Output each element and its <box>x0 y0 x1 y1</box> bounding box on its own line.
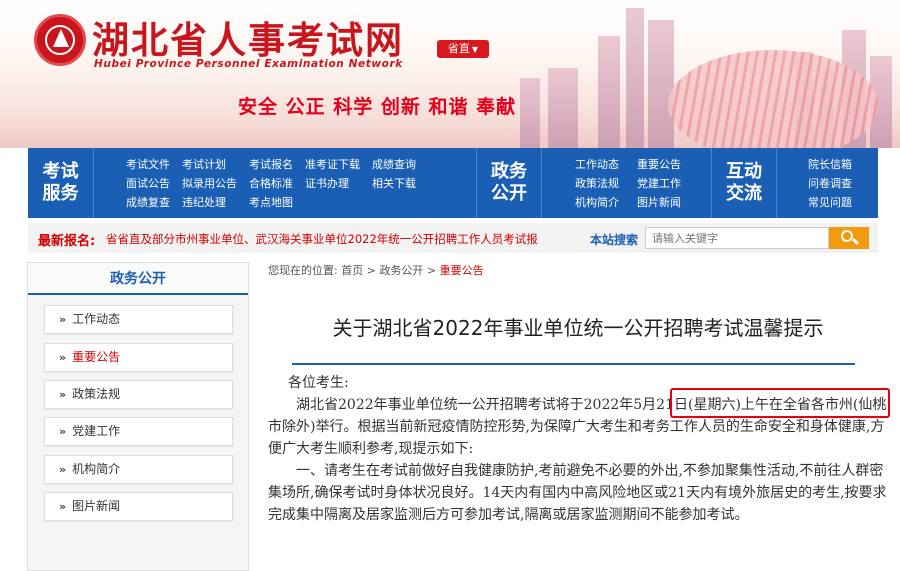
sidebar-item-policies[interactable]: » 政策法规 <box>44 380 233 409</box>
nav-link[interactable]: 政策法规 <box>575 175 619 194</box>
nav-section-government-affairs: 政务 公开 工作动态 重要公告 政策法规 党建工作 机构简介 图片新闻 <box>476 148 706 218</box>
nav-link[interactable]: 党建工作 <box>637 175 681 194</box>
chevron-right-icon: » <box>59 313 67 326</box>
breadcrumb-level1[interactable]: 政务公开 <box>379 264 423 277</box>
nav-link[interactable]: 问卷调查 <box>808 175 852 194</box>
nav-link[interactable]: 相关下载 <box>372 175 416 194</box>
sidebar: 政务公开 » 工作动态 » 重要公告 » 政策法规 » 党建工作 » 机构简介 » 图片新闻 <box>27 262 249 571</box>
nav-link[interactable]: 考试报名 <box>249 156 293 175</box>
nav-section-title[interactable]: 考试 服务 <box>28 148 94 218</box>
nav-link[interactable]: 成绩复查 <box>126 194 170 213</box>
breadcrumb-current[interactable]: 重要公告 <box>440 264 484 277</box>
nav-link[interactable]: 证书办理 <box>305 175 360 194</box>
article-body: 各位考生: 湖北省2022年事业单位统一公开招聘考试将于2022年5月21日(星… <box>268 372 890 526</box>
nav-link[interactable]: 准考证下载 <box>305 156 360 175</box>
chevron-right-icon: » <box>59 351 67 364</box>
sidebar-item-party-building[interactable]: » 党建工作 <box>44 417 233 446</box>
main-nav: 考试 服务 考试文件 考试计划 考试报名 准考证下载 成绩查询 面试公告 拟录用… <box>28 148 878 218</box>
sidebar-item-label: 党建工作 <box>72 424 121 438</box>
sidebar-item-label: 图片新闻 <box>72 499 121 513</box>
latest-label: 最新报名: <box>38 234 96 249</box>
breadcrumb-separator: > <box>426 264 437 277</box>
chevron-right-icon: » <box>59 500 67 513</box>
nav-link[interactable]: 机构简介 <box>575 194 619 213</box>
nav-title-line: 交流 <box>726 183 762 204</box>
nav-link[interactable]: 考试文件 <box>126 156 170 175</box>
nav-links: 工作动态 重要公告 政策法规 党建工作 机构简介 图片新闻 <box>575 156 681 213</box>
nav-link[interactable]: 成绩查询 <box>372 156 416 175</box>
nav-link[interactable]: 重要公告 <box>637 156 681 175</box>
nav-link[interactable]: 院长信箱 <box>808 156 852 175</box>
search-input[interactable] <box>645 227 829 249</box>
title-divider <box>292 363 855 365</box>
site-search-label: 本站搜索 <box>590 233 639 247</box>
nav-link[interactable]: 违纪处理 <box>182 194 237 213</box>
sidebar-item-label: 重要公告 <box>72 350 121 364</box>
skyline-tower <box>626 8 644 148</box>
sidebar-title: 政务公开 <box>28 263 248 295</box>
article-title: 关于湖北省2022年事业单位统一公开招聘考试温馨提示 <box>332 316 824 340</box>
province-dropdown-button[interactable]: 省直 ▼ <box>437 40 489 58</box>
nav-title-line: 互动 <box>726 161 762 182</box>
province-label: 省直 <box>447 42 470 55</box>
skyline-tower <box>648 20 674 148</box>
site-header: 湖北省人事考试网 Hubei Province Personnel Examin… <box>0 0 900 148</box>
skyline-tower <box>598 36 620 148</box>
latest-news-link[interactable]: 省省直及部分市州事业单位、武汉海关事业单位2022年统一公开招聘工作人员考试报 <box>106 231 538 247</box>
sidebar-item-label: 机构简介 <box>72 462 121 476</box>
article-greeting: 各位考生: <box>288 375 349 391</box>
nav-link[interactable]: 拟录用公告 <box>182 175 237 194</box>
skyline-tower <box>548 68 578 148</box>
sidebar-item-label: 政策法规 <box>72 387 121 401</box>
nav-link[interactable]: 图片新闻 <box>637 194 681 213</box>
sidebar-item-work-news[interactable]: » 工作动态 <box>44 305 233 334</box>
site-subtitle: Hubei Province Personnel Examination Net… <box>94 58 403 70</box>
breadcrumb: 您现在的位置: 首页 > 政务公开 > 重要公告 <box>268 262 484 278</box>
nav-link[interactable]: 常见问题 <box>808 194 852 213</box>
nav-section-interaction: 互动 交流 院长信箱 问卷调查 常见问题 <box>711 148 878 218</box>
nav-links: 考试文件 考试计划 考试报名 准考证下载 成绩查询 面试公告 拟录用公告 合格标… <box>126 156 416 213</box>
chevron-right-icon: » <box>59 388 67 401</box>
site-title[interactable]: 湖北省人事考试网 <box>92 10 404 64</box>
nav-section-title[interactable]: 互动 交流 <box>711 148 777 218</box>
sidebar-item-label: 工作动态 <box>72 312 121 326</box>
nav-links: 院长信箱 问卷调查 常见问题 <box>808 156 852 213</box>
nav-title-line: 服务 <box>42 183 79 204</box>
breadcrumb-separator: > <box>366 264 376 277</box>
site-slogan: 安全 公正 科学 创新 和谐 奉献 <box>238 96 517 118</box>
sidebar-item-about[interactable]: » 机构简介 <box>44 455 233 484</box>
nav-link[interactable]: 工作动态 <box>575 156 619 175</box>
nav-section-title[interactable]: 政务 公开 <box>476 148 542 218</box>
chevron-right-icon: » <box>59 425 67 438</box>
breadcrumb-prefix: 您现在的位置: <box>268 264 338 277</box>
nav-link[interactable]: 面试公告 <box>126 175 170 194</box>
sidebar-item-photo-news[interactable]: » 图片新闻 <box>44 492 233 521</box>
search-button[interactable] <box>829 227 869 249</box>
nav-title-line: 公开 <box>491 183 527 204</box>
skyline-tower <box>520 78 540 148</box>
site-logo-icon[interactable] <box>34 14 86 66</box>
nav-link[interactable]: 考点地图 <box>249 194 293 213</box>
sidebar-item-important-notices[interactable]: » 重要公告 <box>44 343 233 372</box>
nav-link[interactable]: 合格标准 <box>249 175 293 194</box>
article-paragraph: 一、请考生在考试前做好自我健康防护,考前避免不必要的外出,不参加聚集性活动,不前… <box>268 463 887 523</box>
breadcrumb-home[interactable]: 首页 <box>341 264 363 277</box>
latest-registration-bar: 最新报名: 省省直及部分市州事业单位、武汉海关事业单位2022年统一公开招聘工作… <box>28 223 878 253</box>
caret-down-icon: ▼ <box>471 45 479 54</box>
article-paragraph: 湖北省2022年事业单位统一公开招聘考试将于2022年5月21日(星期六)上午在… <box>268 397 887 457</box>
nav-title-line: 考试 <box>42 161 79 182</box>
nav-link[interactable]: 考试计划 <box>182 156 237 175</box>
nav-section-exam-services: 考试 服务 考试文件 考试计划 考试报名 准考证下载 成绩查询 面试公告 拟录用… <box>28 148 468 218</box>
chevron-right-icon: » <box>59 463 67 476</box>
nav-title-line: 政务 <box>491 161 527 182</box>
